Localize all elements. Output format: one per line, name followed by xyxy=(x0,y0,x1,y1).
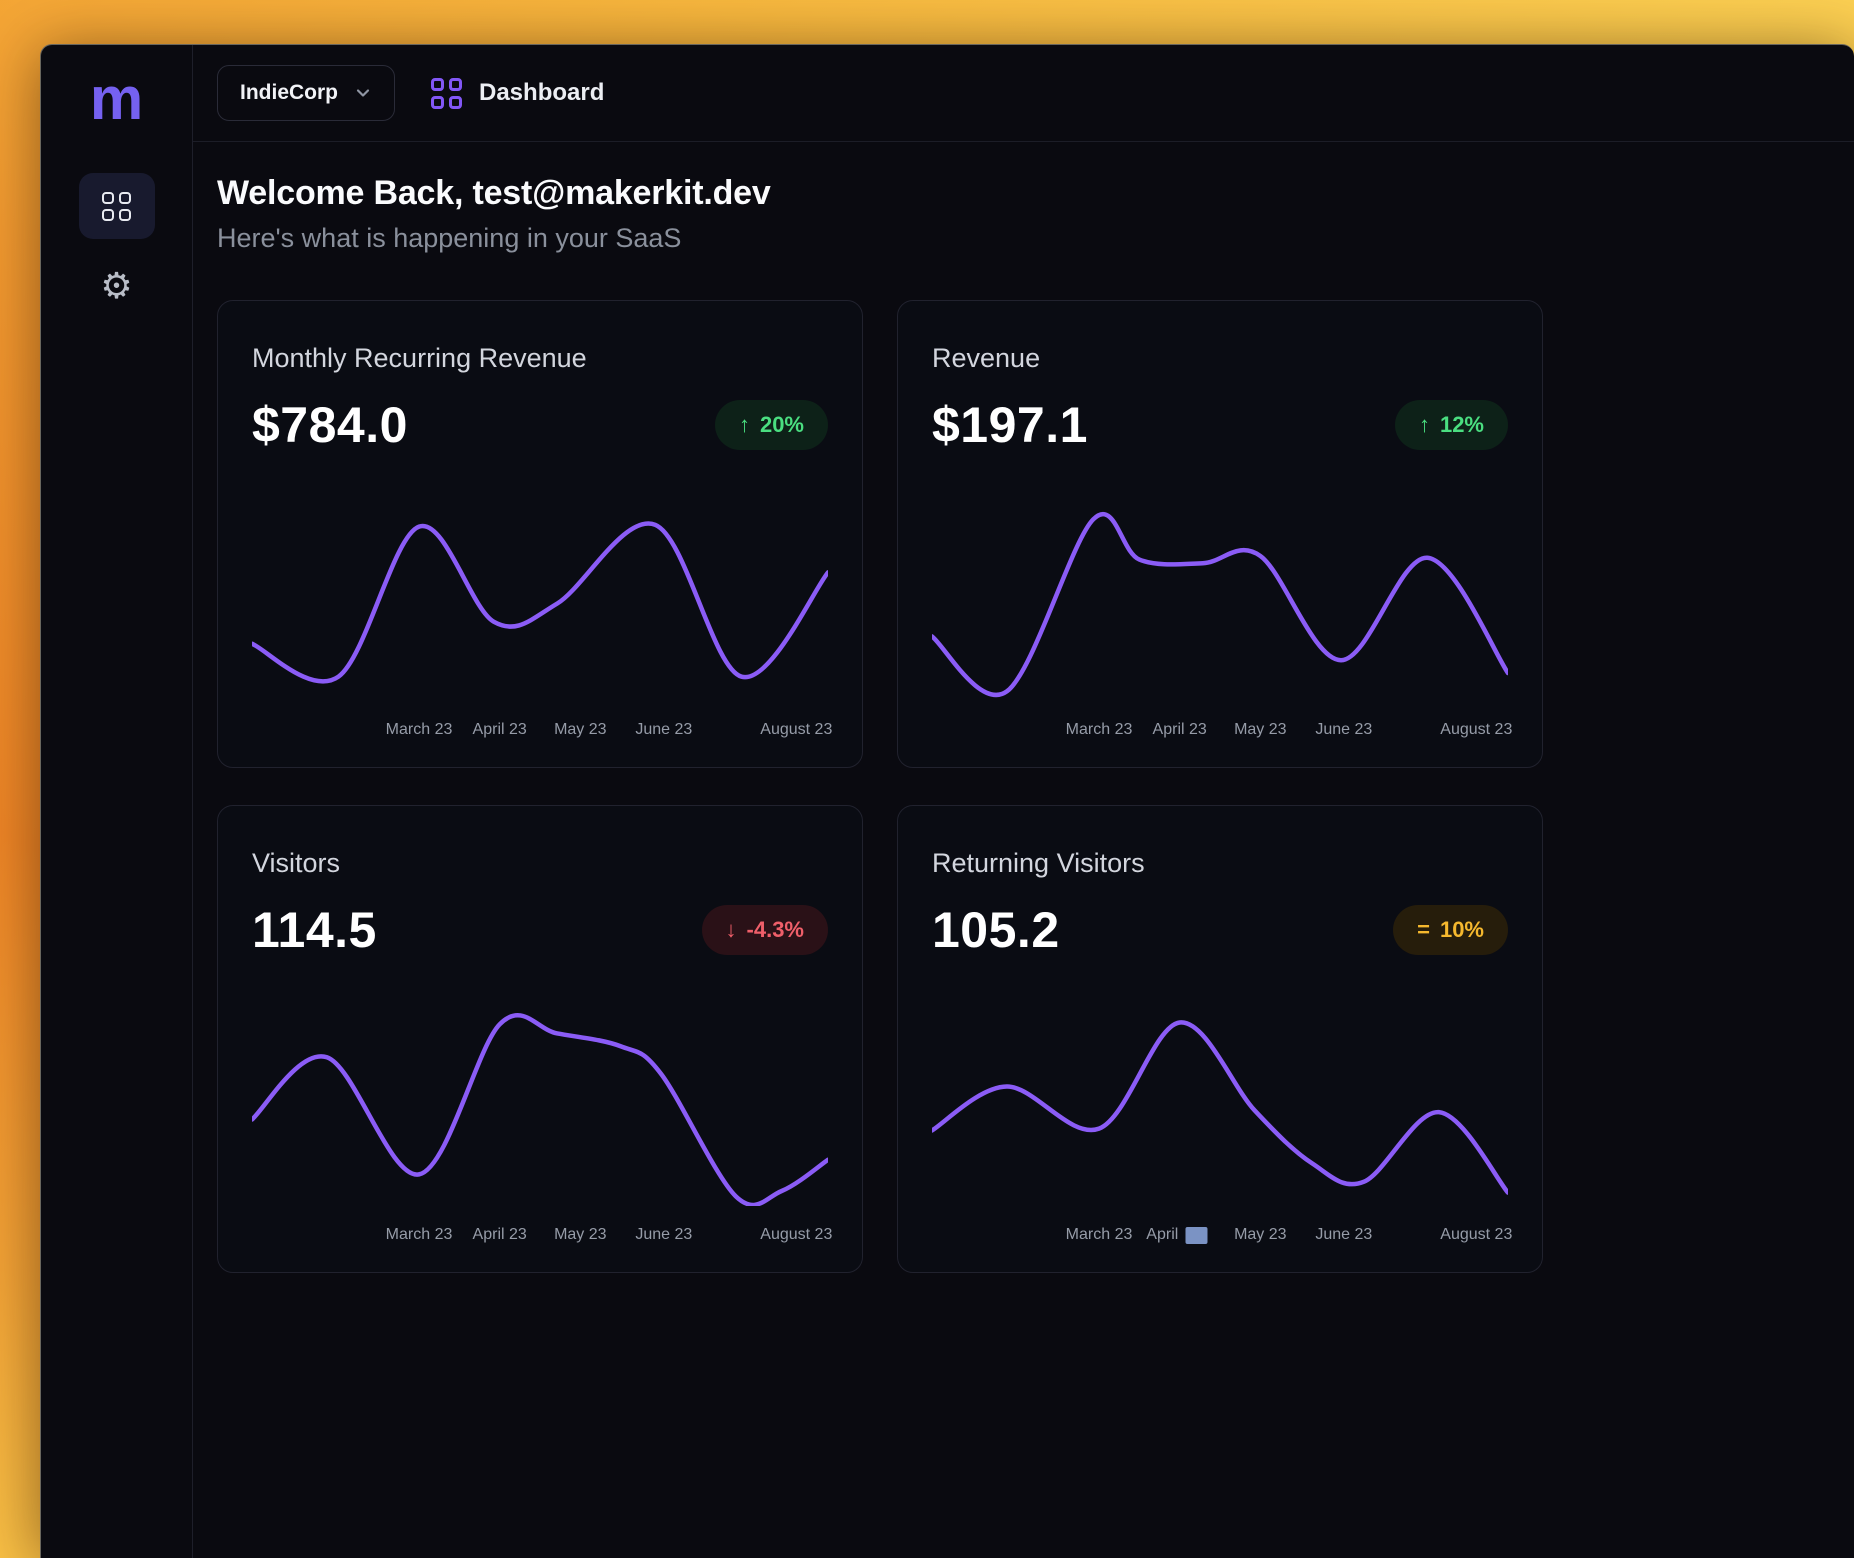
value-row: 105.2 = 10% xyxy=(932,901,1508,959)
line-chart xyxy=(252,506,828,701)
trend-up-icon: ↑ xyxy=(739,412,750,438)
sidebar: m ⚙ xyxy=(41,45,193,1558)
x-axis-tick-label: March 23 xyxy=(386,721,453,739)
card-revenue: Revenue $197.1 ↑ 12% March 23 April 23 May… xyxy=(897,300,1543,768)
sidebar-item-dashboard[interactable] xyxy=(79,173,155,239)
card-returning-visitors: Returning Visitors 105.2 = 10% March 23 A… xyxy=(897,805,1543,1273)
metric-value: $197.1 xyxy=(932,396,1088,454)
trend-flat-icon: = xyxy=(1417,917,1430,943)
card-title: Monthly Recurring Revenue xyxy=(252,343,828,374)
workspace-selector-button[interactable]: IndieCorp xyxy=(217,65,395,121)
trend-down-icon: ↓ xyxy=(726,917,737,943)
x-axis: March 23April 23May 23June 23August 23 xyxy=(932,717,1508,747)
dashboard-grid-icon xyxy=(431,78,462,109)
x-axis-tick-label: May 23 xyxy=(554,721,606,739)
trend-badge: = 10% xyxy=(1393,905,1508,955)
metric-value: 114.5 xyxy=(252,901,377,959)
content-area: Welcome Back, test@makerkit.dev Here's w… xyxy=(193,142,1854,1273)
main-column: IndieCorp Dashboard Welcome Back, test@m… xyxy=(193,45,1854,1558)
x-axis-tick-label: March 23 xyxy=(1066,721,1133,739)
brand-logo: m xyxy=(90,69,143,129)
dashboard-grid-icon xyxy=(102,192,131,221)
app-window: m ⚙ IndieCorp Dashboard Welcome Back, te… xyxy=(40,44,1854,1558)
value-row: $784.0 ↑ 20% xyxy=(252,396,828,454)
trend-up-icon: ↑ xyxy=(1419,412,1430,438)
card-title: Returning Visitors xyxy=(932,848,1508,879)
card-title: Visitors xyxy=(252,848,828,879)
desktop: { "brand": { "letter": "m", "accent": "#… xyxy=(0,0,1854,1558)
selection-artifact xyxy=(1185,1227,1207,1244)
card-visitors: Visitors 114.5 ↓ -4.3% March 23 April 23 M… xyxy=(217,805,863,1273)
value-row: 114.5 ↓ -4.3% xyxy=(252,901,828,959)
x-axis-tick-label: August 23 xyxy=(1440,721,1512,739)
card-title: Revenue xyxy=(932,343,1508,374)
metric-value: 105.2 xyxy=(932,901,1060,959)
chart-area: March 23April 23May 23June 23August 23 xyxy=(932,506,1508,747)
chart-area: March 23April 23May 23June 23August 23 xyxy=(252,1011,828,1252)
page-title: Dashboard xyxy=(479,79,604,107)
welcome-subheading: Here's what is happening in your SaaS xyxy=(217,223,1830,254)
x-axis-tick-label: May 23 xyxy=(1234,1226,1286,1244)
x-axis-tick-label: March 23 xyxy=(386,1226,453,1244)
breadcrumb[interactable]: Dashboard xyxy=(431,78,604,109)
sidebar-item-settings[interactable]: ⚙ xyxy=(79,253,155,319)
topbar: IndieCorp Dashboard xyxy=(193,45,1854,142)
x-axis-tick-label: April 23 xyxy=(473,1226,527,1244)
trend-badge: ↓ -4.3% xyxy=(702,905,828,955)
x-axis-tick-label: August 23 xyxy=(760,721,832,739)
trend-value: 20% xyxy=(760,412,804,438)
x-axis-tick-label: June 23 xyxy=(1315,1226,1372,1244)
chevron-down-icon xyxy=(354,84,372,102)
x-axis-tick-label: August 23 xyxy=(1440,1226,1512,1244)
workspace-selector-label: IndieCorp xyxy=(240,81,338,105)
x-axis-tick-label: August 23 xyxy=(760,1226,832,1244)
x-axis-tick-label: June 23 xyxy=(1315,721,1372,739)
trend-value: 12% xyxy=(1440,412,1484,438)
x-axis-tick-label: May 23 xyxy=(554,1226,606,1244)
welcome-heading: Welcome Back, test@makerkit.dev xyxy=(217,174,1830,213)
metric-value: $784.0 xyxy=(252,396,408,454)
x-axis-tick-label: June 23 xyxy=(635,1226,692,1244)
stats-grid: Monthly Recurring Revenue $784.0 ↑ 20% M… xyxy=(217,300,1830,1273)
line-chart xyxy=(932,506,1508,701)
x-axis-tick-label: April xyxy=(1146,1226,1207,1244)
x-axis-tick-label: April 23 xyxy=(473,721,527,739)
x-axis-tick-label: June 23 xyxy=(635,721,692,739)
trend-badge: ↑ 12% xyxy=(1395,400,1508,450)
x-axis-tick-label: March 23 xyxy=(1066,1226,1133,1244)
value-row: $197.1 ↑ 12% xyxy=(932,396,1508,454)
trend-badge: ↑ 20% xyxy=(715,400,828,450)
x-axis: March 23April 23May 23June 23August 23 xyxy=(252,717,828,747)
x-axis-tick-label: May 23 xyxy=(1234,721,1286,739)
line-chart xyxy=(252,1011,828,1206)
card-mrr: Monthly Recurring Revenue $784.0 ↑ 20% M… xyxy=(217,300,863,768)
x-axis: March 23AprilMay 23June 23August 23 xyxy=(932,1222,1508,1252)
trend-value: 10% xyxy=(1440,917,1484,943)
x-axis-tick-label: April 23 xyxy=(1153,721,1207,739)
chart-area: March 23AprilMay 23June 23August 23 xyxy=(932,1011,1508,1252)
chart-area: March 23April 23May 23June 23August 23 xyxy=(252,506,828,747)
line-chart xyxy=(932,1011,1508,1206)
trend-value: -4.3% xyxy=(747,917,804,943)
settings-gear-icon: ⚙ xyxy=(100,268,132,304)
x-axis: March 23April 23May 23June 23August 23 xyxy=(252,1222,828,1252)
